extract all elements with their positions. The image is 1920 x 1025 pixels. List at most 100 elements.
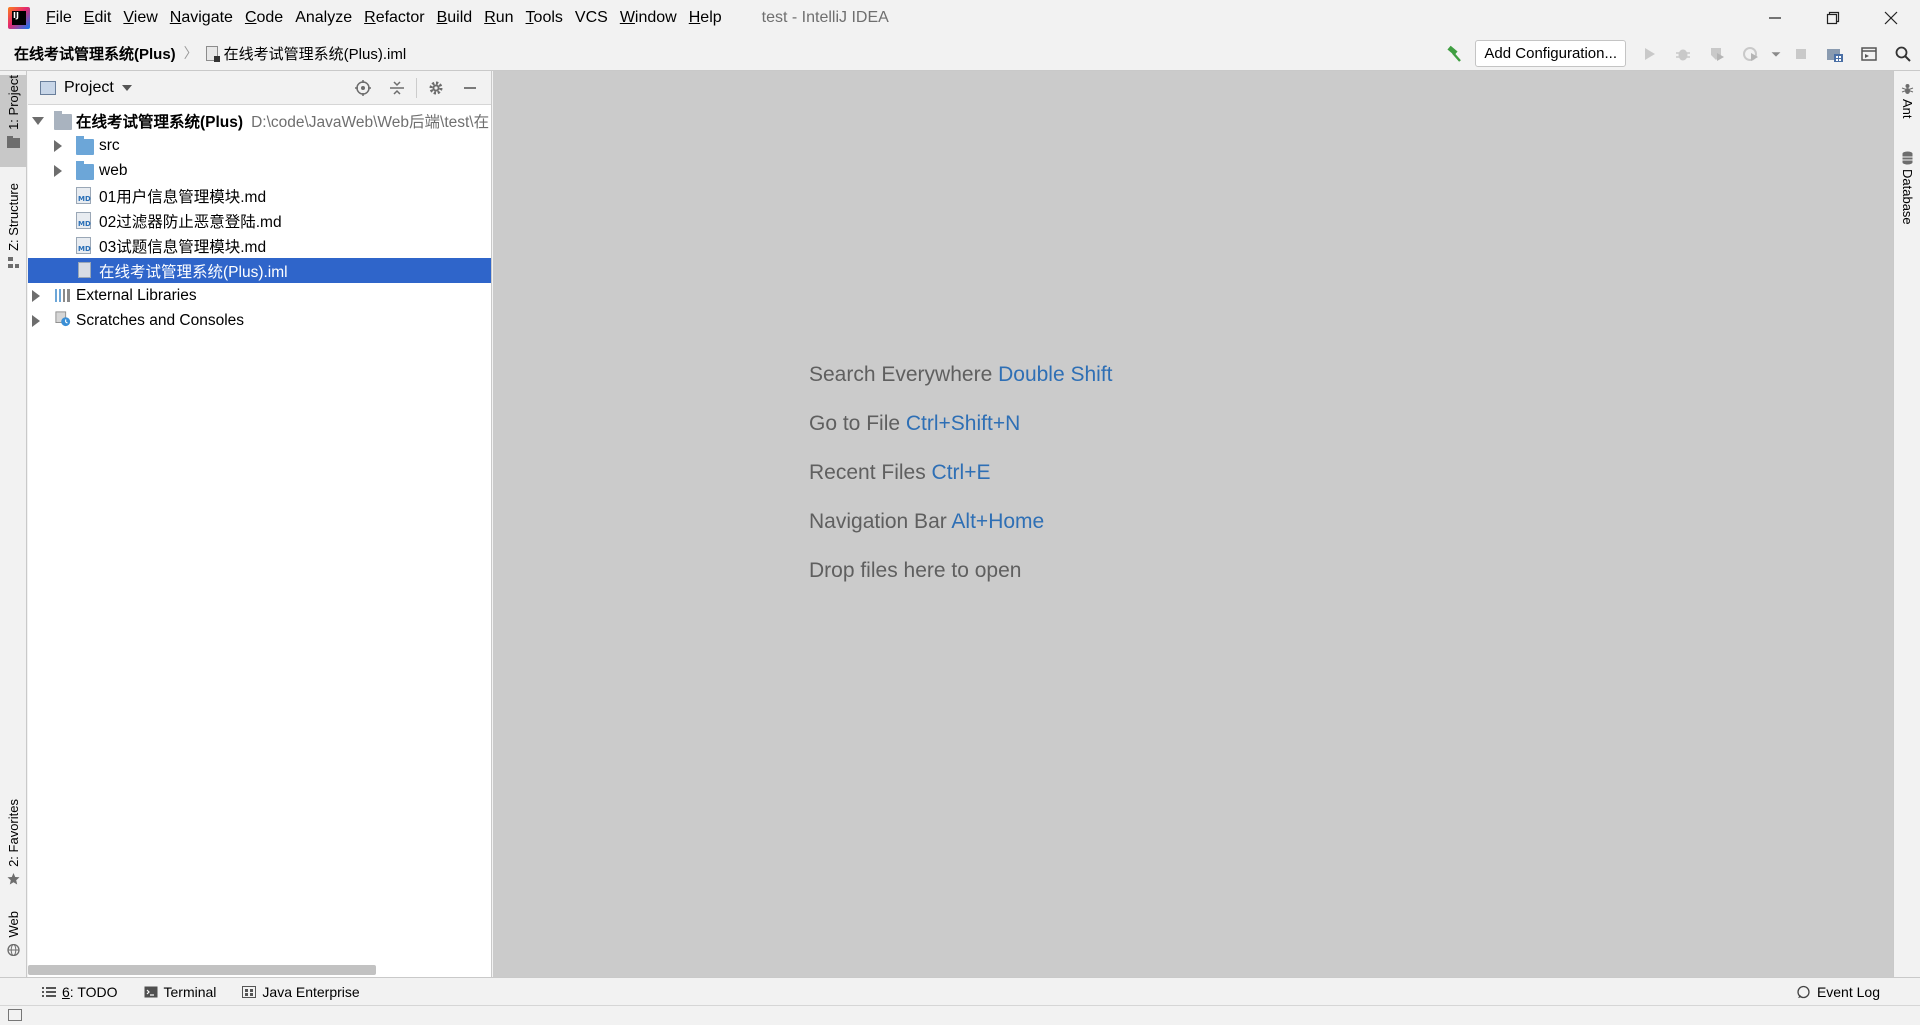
debug-icon (1676, 49, 1690, 60)
menu-edit[interactable]: Edit (78, 0, 118, 36)
markdown-file-icon: MD (76, 237, 91, 254)
project-view-selector[interactable]: Project (64, 79, 114, 97)
menu-vcs[interactable]: VCS (569, 0, 614, 36)
menu-view[interactable]: View (117, 0, 163, 36)
run-button[interactable] (1632, 40, 1666, 68)
profiler-dropdown[interactable] (1768, 40, 1784, 68)
debug-button[interactable] (1666, 40, 1700, 68)
build-project-button[interactable] (1437, 40, 1471, 68)
left-tool-stripe: 1: Project Z: Structure 2: Favorites Web (0, 71, 27, 977)
restore-icon (1826, 11, 1840, 25)
menu-help[interactable]: Help (683, 0, 728, 36)
tab-favorites[interactable]: 2: Favorites (0, 799, 27, 885)
folder-icon (7, 135, 20, 148)
tree-node-project-root[interactable]: 在线考试管理系统(Plus) D:\code\JavaWeb\Web后端\test… (28, 108, 491, 133)
hide-panel-button[interactable] (453, 73, 487, 103)
tree-node-md-file[interactable]: MD 03试题信息管理模块.md (28, 233, 491, 258)
restore-button[interactable] (1804, 0, 1862, 36)
collapsed-arrow-icon[interactable] (54, 140, 62, 152)
tab-ant-label: Ant (1900, 99, 1915, 119)
collapsed-arrow-icon[interactable] (32, 315, 40, 327)
menu-build[interactable]: Build (431, 0, 479, 36)
breadcrumb-separator: 〉 (183, 45, 198, 61)
tab-structure[interactable]: Z: Structure (0, 183, 27, 269)
toggle-presentation-button[interactable] (1852, 40, 1886, 68)
tree-node-iml-file[interactable]: 在线考试管理系统(Plus).iml (28, 258, 491, 283)
tree-node-label: src (99, 136, 120, 154)
markdown-file-icon: MD (76, 187, 91, 204)
menu-refactor[interactable]: Refactor (358, 0, 430, 36)
add-configuration-button[interactable]: Add Configuration... (1475, 40, 1626, 67)
editor-area[interactable]: Search Everywhere Double Shift Go to Fil… (493, 71, 1893, 977)
coverage-icon (1711, 47, 1724, 61)
close-window-button[interactable] (1862, 0, 1920, 36)
caret-down-icon[interactable] (121, 84, 132, 91)
gear-icon (429, 81, 443, 95)
globe-icon (7, 943, 20, 956)
toggle-tool-windows-icon[interactable] (8, 1009, 22, 1021)
collapsed-arrow-icon[interactable] (32, 290, 40, 302)
tree-node-src[interactable]: src (28, 133, 491, 158)
tree-node-label: Scratches and Consoles (76, 311, 245, 329)
tree-node-scratches[interactable]: Scratches and Consoles (28, 308, 491, 333)
minimize-button[interactable] (1746, 0, 1804, 36)
search-everywhere-button[interactable] (1886, 40, 1920, 68)
tab-ant[interactable]: Ant (1894, 83, 1920, 119)
tab-todo[interactable]: 6: TODO (42, 984, 118, 1000)
menu-file[interactable]: File (40, 0, 78, 36)
menu-run[interactable]: Run (478, 0, 519, 36)
project-tree: 在线考试管理系统(Plus) D:\code\JavaWeb\Web后端\test… (28, 105, 491, 333)
stop-button[interactable] (1784, 40, 1818, 68)
horizontal-scrollbar[interactable] (28, 965, 376, 975)
tree-node-external-libraries[interactable]: External Libraries (28, 283, 491, 308)
profiler-button[interactable] (1734, 40, 1768, 68)
menu-navigate[interactable]: Navigate (164, 0, 239, 36)
web-folder-icon (76, 161, 94, 180)
menu-analyze[interactable]: Analyze (289, 0, 358, 36)
project-tool-window: Project 在线考试管理系统(Plus) D:\code\JavaWeb\We… (28, 71, 492, 977)
tab-project-label: 1: Project (6, 75, 21, 130)
collapsed-arrow-icon[interactable] (54, 165, 62, 177)
tab-terminal[interactable]: Terminal (144, 984, 216, 1000)
select-opened-file-button[interactable] (346, 73, 380, 103)
tree-node-web[interactable]: web (28, 158, 491, 183)
run-with-coverage-button[interactable] (1700, 40, 1734, 68)
ant-icon (1901, 84, 1914, 94)
minimize-icon (1769, 17, 1781, 19)
expanded-arrow-icon[interactable] (32, 117, 44, 125)
project-structure-button[interactable] (1818, 40, 1852, 68)
event-log-button[interactable]: Event Log (1796, 978, 1880, 1006)
close-icon (1884, 11, 1898, 25)
toolbar-separator (416, 78, 417, 98)
tree-node-label: web (99, 161, 128, 179)
tree-node-label: 02过滤器防止恶意登陆.md (99, 213, 282, 231)
collapse-all-button[interactable] (380, 73, 414, 103)
tree-node-label: 在线考试管理系统(Plus).iml (99, 263, 288, 281)
menu-code[interactable]: Code (239, 0, 289, 36)
database-icon (1902, 151, 1913, 165)
panel-settings-button[interactable] (419, 73, 453, 103)
hammer-icon (1447, 45, 1462, 62)
window-controls (1746, 0, 1920, 36)
todo-list-icon (42, 986, 56, 997)
scratches-icon (55, 311, 71, 327)
breadcrumb-file[interactable]: 在线考试管理系统(Plus).iml (205, 43, 406, 64)
chevron-down-icon (1771, 51, 1781, 57)
profiler-icon (1743, 46, 1758, 61)
menu-window[interactable]: Window (614, 0, 683, 36)
tree-node-md-file[interactable]: MD 02过滤器防止恶意登陆.md (28, 208, 491, 233)
tab-java-enterprise[interactable]: Java Enterprise (242, 984, 360, 1000)
tree-node-label: 03试题信息管理模块.md (99, 238, 267, 256)
intellij-logo-icon[interactable]: IJ (8, 7, 30, 29)
tree-node-md-file[interactable]: MD 01用户信息管理模块.md (28, 183, 491, 208)
title-bar: IJ File Edit View Navigate Code Analyze … (0, 0, 1920, 36)
tab-database[interactable]: Database (1894, 151, 1920, 225)
tab-todo-label: 6: TODO (62, 983, 118, 1000)
breadcrumb: 在线考试管理系统(Plus) 〉 在线考试管理系统(Plus).iml (0, 43, 406, 64)
breadcrumb-project[interactable]: 在线考试管理系统(Plus) (14, 43, 176, 64)
module-file-icon (205, 45, 220, 62)
tab-project[interactable]: 1: Project (0, 75, 27, 167)
tab-web[interactable]: Web (0, 911, 27, 956)
menu-tools[interactable]: Tools (520, 0, 569, 36)
markdown-file-icon: MD (76, 212, 91, 229)
